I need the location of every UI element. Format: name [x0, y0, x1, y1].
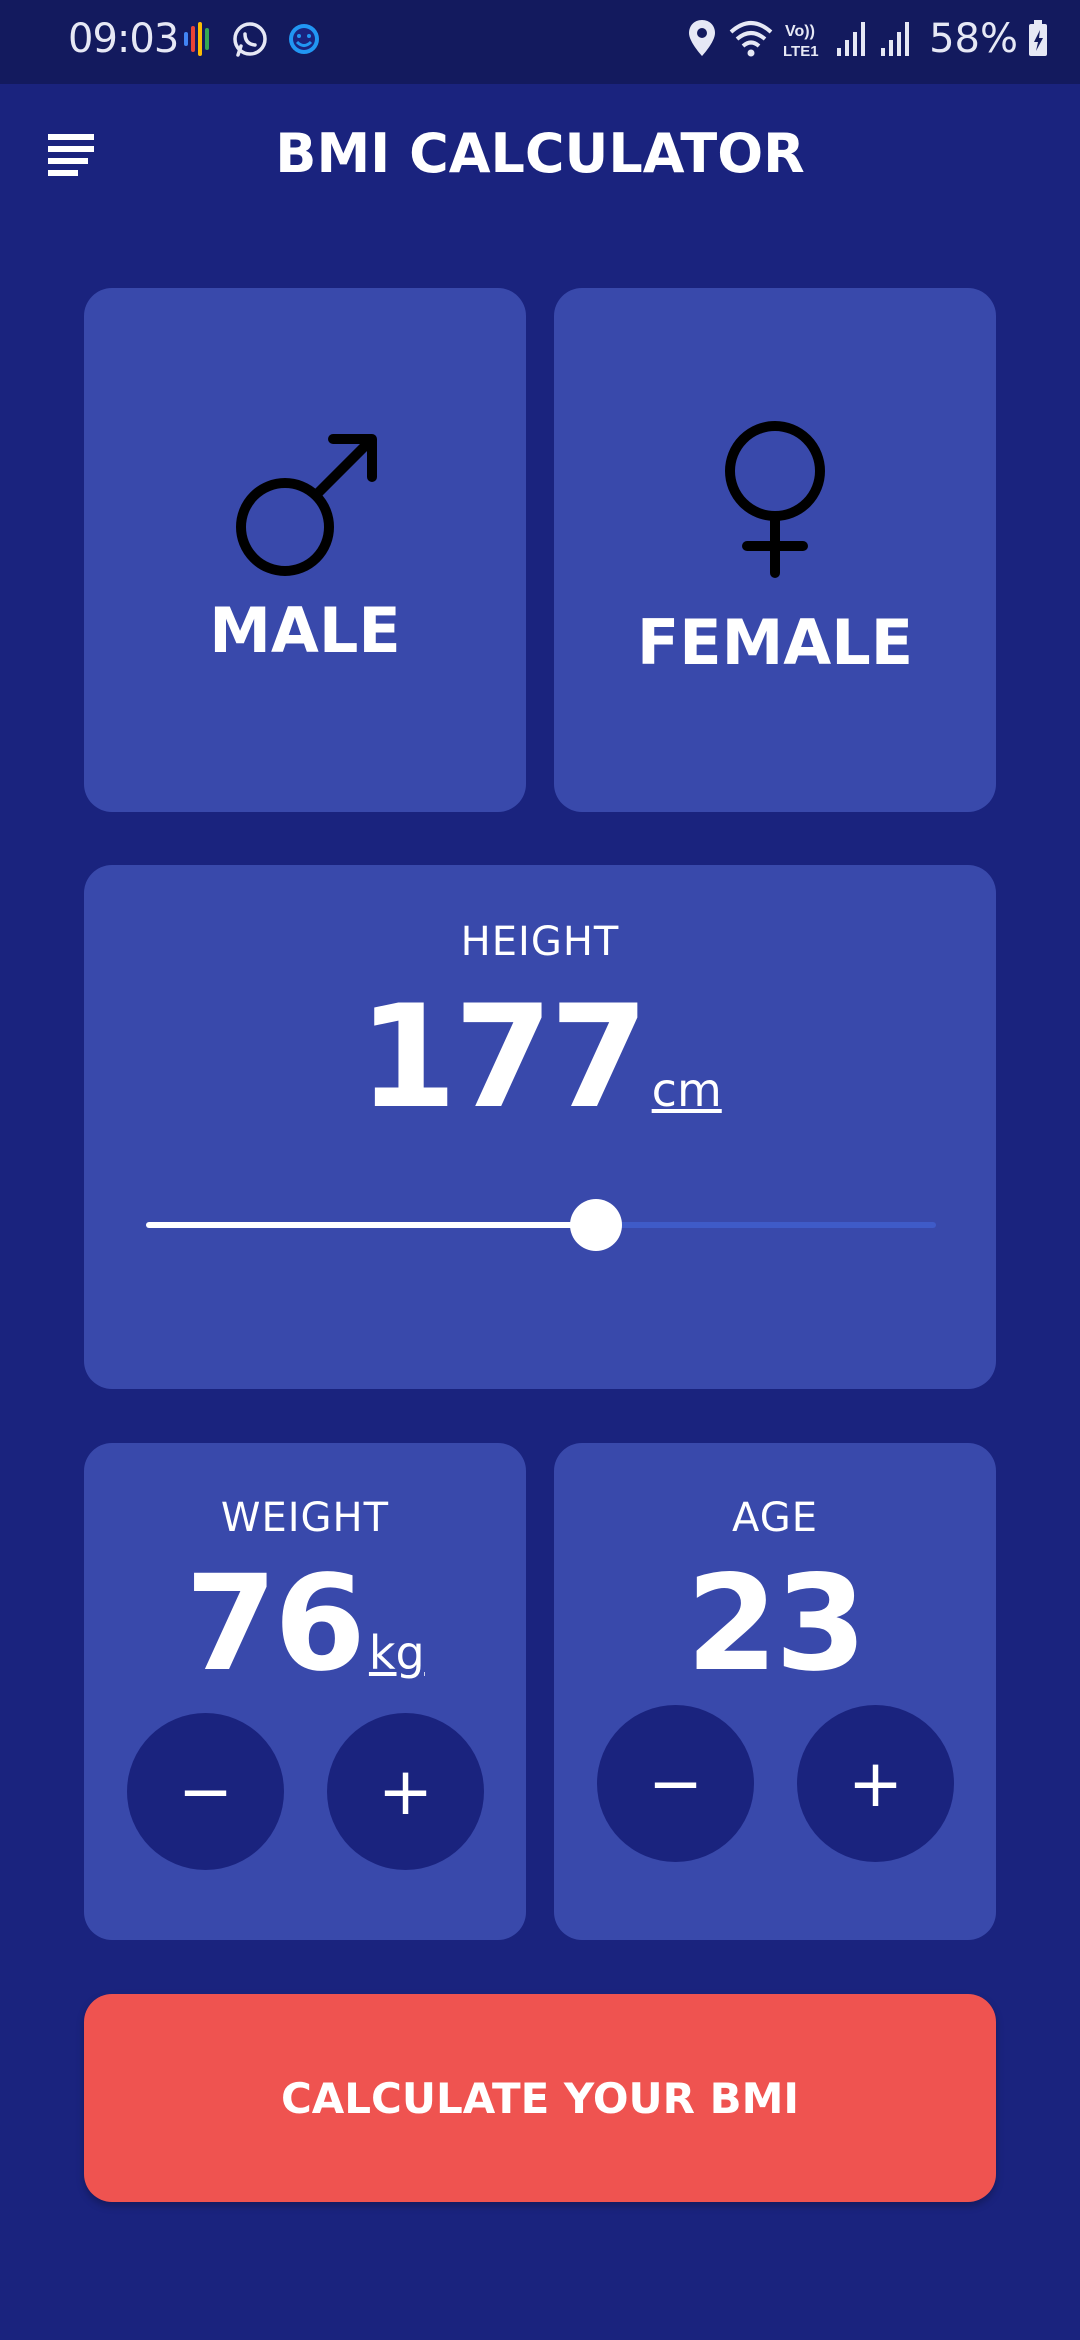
- age-label: AGE: [732, 1495, 818, 1541]
- height-slider[interactable]: [146, 1199, 936, 1251]
- volte-icon: Vo)) LTE1: [783, 23, 819, 60]
- calculate-bmi-button[interactable]: CALCULATE YOUR BMI: [84, 1994, 996, 2202]
- status-bar: 09:03 Vo)) LTE1 58%: [0, 0, 1080, 84]
- male-symbol-icon: [235, 434, 377, 576]
- podcasts-icon: [184, 22, 209, 56]
- svg-text:Vo)): Vo)): [785, 23, 815, 40]
- age-card: AGE 23 − +: [554, 1443, 996, 1940]
- weight-decrement-button[interactable]: −: [127, 1713, 284, 1870]
- location-icon: [689, 20, 716, 56]
- smiley-icon: [289, 24, 319, 54]
- height-unit: cm: [651, 1063, 722, 1117]
- battery-charging-icon: [1029, 20, 1047, 56]
- male-card[interactable]: MALE: [84, 288, 526, 812]
- status-time: 09:03: [68, 16, 179, 62]
- height-value: 177: [358, 975, 648, 1140]
- age-display: 23: [554, 1547, 996, 1701]
- age-decrement-button[interactable]: −: [597, 1705, 754, 1862]
- whatsapp-icon: [233, 22, 267, 57]
- svg-text:LTE1: LTE1: [783, 43, 819, 60]
- height-label: HEIGHT: [460, 919, 620, 965]
- wifi-icon: [729, 21, 773, 57]
- weight-label: WEIGHT: [220, 1495, 390, 1541]
- signal-icon: [881, 22, 910, 56]
- age-value: 23: [686, 1547, 867, 1701]
- height-card: HEIGHT 177 cm: [84, 865, 996, 1389]
- weight-unit: kg: [368, 1626, 425, 1680]
- height-display: 177 cm: [84, 975, 996, 1140]
- battery-percentage: 58%: [929, 16, 1018, 62]
- male-label: MALE: [209, 594, 401, 667]
- page-title: BMI CALCULATOR: [275, 122, 805, 185]
- female-symbol-icon: [724, 421, 825, 578]
- system-icons: Vo)) LTE1 58%: [685, 14, 1050, 64]
- weight-card: WEIGHT 76 kg − +: [84, 1443, 526, 1940]
- female-label: FEMALE: [636, 606, 914, 679]
- signal-icon: [837, 22, 866, 56]
- weight-increment-button[interactable]: +: [327, 1713, 484, 1870]
- age-increment-button[interactable]: +: [797, 1705, 954, 1862]
- slider-thumb[interactable]: [570, 1199, 623, 1251]
- weight-display: 76 kg: [84, 1547, 526, 1701]
- weight-value: 76: [185, 1547, 366, 1701]
- slider-active-track: [146, 1222, 597, 1228]
- female-card[interactable]: FEMALE: [554, 288, 996, 812]
- notification-icons: [180, 18, 324, 62]
